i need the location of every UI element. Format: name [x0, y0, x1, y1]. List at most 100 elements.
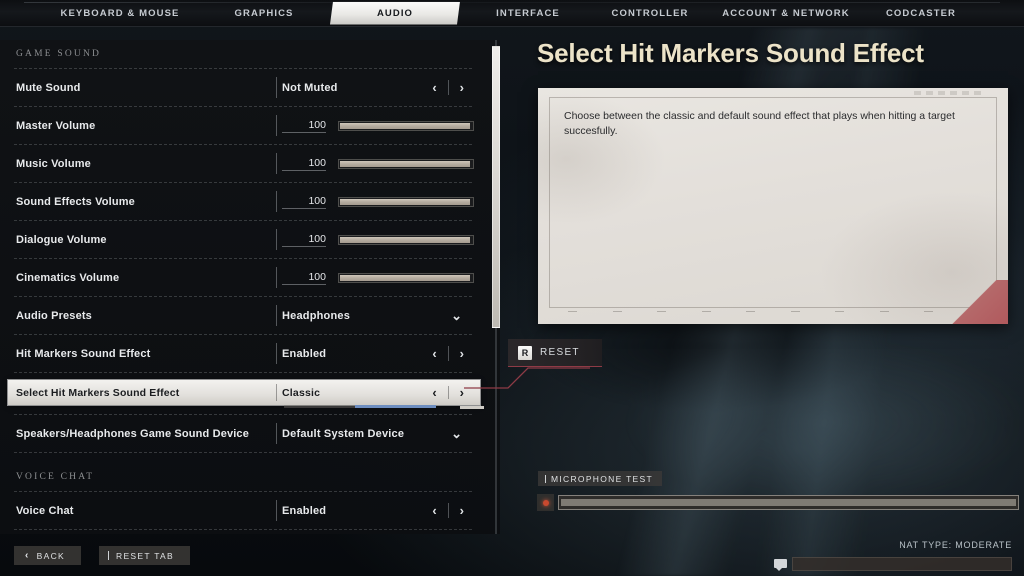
group-header-game-sound: GAME SOUND: [16, 49, 102, 59]
setting-control[interactable]: Classic ‹ ›: [276, 380, 478, 405]
tab-controller[interactable]: CONTROLLER: [590, 2, 710, 25]
setting-control[interactable]: Default System Device ⌄: [276, 415, 478, 452]
paper-corner-accent: [938, 280, 1008, 324]
reset-tab-button[interactable]: RESET TAB: [99, 546, 190, 565]
settings-scrollbar-thumb[interactable]: [492, 46, 500, 328]
back-button-label: BACK: [36, 550, 65, 561]
divider: [447, 503, 449, 518]
setting-control[interactable]: Enabled ‹ ›: [276, 335, 478, 372]
volume-value: 100: [282, 271, 326, 285]
stepper-arrows[interactable]: ‹ ›: [432, 335, 464, 372]
setting-control[interactable]: Enabled ‹ ›: [276, 492, 478, 529]
detail-paper-panel: Choose between the classic and default s…: [538, 88, 1008, 324]
volume-slider[interactable]: [338, 234, 474, 245]
detail-title: Select Hit Markers Sound Effect: [537, 38, 924, 68]
group-header-voice-chat: VOICE CHAT: [16, 472, 95, 482]
divider: [447, 386, 449, 399]
settings-list: GAME SOUND Mute Sound Not Muted ‹ › Mast…: [0, 40, 488, 534]
tab-account-and-network[interactable]: ACCOUNT & NETWORK: [710, 2, 862, 25]
chat-input-field[interactable]: [792, 556, 1012, 571]
setting-label: Mute Sound: [16, 81, 81, 94]
record-button[interactable]: [537, 494, 554, 511]
stepper-arrows[interactable]: ‹ ›: [432, 380, 464, 405]
detail-description: Choose between the classic and default s…: [564, 110, 955, 137]
setting-control[interactable]: 100: [276, 107, 478, 144]
back-button[interactable]: ‹ BACK: [14, 546, 81, 565]
tab-codcaster[interactable]: CODCASTER: [862, 2, 980, 25]
setting-control[interactable]: 100: [276, 183, 478, 220]
paper-texture-top: [914, 91, 986, 95]
setting-control[interactable]: 100: [276, 259, 478, 296]
microphone-test-meter-row[interactable]: [537, 494, 1019, 511]
tab-audio[interactable]: AUDIO: [330, 2, 460, 25]
game-settings-screen: KEYBOARD & MOUSE GRAPHICS AUDIO INTERFAC…: [0, 0, 1024, 576]
chevron-right-icon[interactable]: ›: [460, 347, 464, 360]
settings-tab-bar: KEYBOARD & MOUSE GRAPHICS AUDIO INTERFAC…: [0, 0, 1024, 27]
setting-row-speakers-headphones-game-sound-device[interactable]: Speakers/Headphones Game Sound Device De…: [0, 415, 488, 452]
chat-icon: [772, 557, 788, 571]
volume-slider[interactable]: [338, 120, 474, 131]
microphone-test-label: MICROPHONE TEST: [551, 473, 653, 484]
setting-row-voice-chat[interactable]: Voice Chat Enabled ‹ ›: [0, 492, 488, 529]
microphone-test-tag: MICROPHONE TEST: [538, 471, 662, 486]
chevron-left-icon: ‹: [25, 550, 30, 561]
setting-row-sound-effects-volume[interactable]: Sound Effects Volume 100: [0, 183, 488, 220]
selection-nub: [460, 406, 484, 409]
tab-graphics[interactable]: GRAPHICS: [204, 2, 324, 25]
volume-value: 100: [282, 157, 326, 171]
microphone-level-meter: [558, 495, 1019, 510]
setting-label: Cinematics Volume: [16, 271, 120, 284]
volume-slider[interactable]: [338, 158, 474, 169]
setting-label: Select Hit Markers Sound Effect: [16, 386, 180, 399]
tab-keyboard-and-mouse[interactable]: KEYBOARD & MOUSE: [36, 2, 204, 25]
setting-row-mute-sound[interactable]: Mute Sound Not Muted ‹ ›: [0, 69, 488, 106]
chevron-right-icon[interactable]: ›: [460, 386, 464, 399]
divider: [447, 346, 449, 361]
nat-type-status: NAT TYPE: MODERATE: [899, 540, 1012, 550]
setting-row-dialogue-volume[interactable]: Dialogue Volume 100: [0, 221, 488, 258]
setting-row-select-hit-markers-sound-effect[interactable]: Select Hit Markers Sound Effect Classic …: [8, 380, 484, 409]
paper-texture-ticks: [568, 311, 978, 315]
chevron-right-icon[interactable]: ›: [460, 81, 464, 94]
chevron-left-icon[interactable]: ‹: [432, 504, 436, 517]
setting-value: Default System Device: [282, 427, 405, 440]
chevron-left-icon[interactable]: ‹: [432, 386, 436, 399]
divider: [447, 80, 449, 95]
chevron-left-icon[interactable]: ‹: [432, 347, 436, 360]
volume-value: 100: [282, 233, 326, 247]
setting-control[interactable]: 100: [276, 221, 478, 258]
stepper-arrows[interactable]: ‹ ›: [432, 69, 464, 106]
key-r-icon: R: [518, 345, 532, 360]
volume-value: 100: [282, 119, 326, 133]
setting-row-hit-markers-sound-effect[interactable]: Hit Markers Sound Effect Enabled ‹ ›: [0, 335, 488, 372]
setting-control[interactable]: Headphones ⌄: [276, 297, 478, 334]
volume-value: 100: [282, 195, 326, 209]
chevron-left-icon[interactable]: ‹: [432, 81, 436, 94]
setting-row-music-volume[interactable]: Music Volume 100: [0, 145, 488, 182]
chevron-down-icon[interactable]: ⌄: [451, 308, 462, 324]
setting-label: Voice Chat: [16, 504, 74, 517]
volume-slider[interactable]: [338, 272, 474, 283]
setting-control[interactable]: 100: [276, 145, 478, 182]
setting-value: Enabled: [282, 347, 327, 360]
record-dot-icon: [542, 499, 549, 506]
setting-row-master-volume[interactable]: Master Volume 100: [0, 107, 488, 144]
tab-interface[interactable]: INTERFACE: [466, 2, 590, 25]
reset-tab-button-label: RESET TAB: [116, 550, 174, 561]
setting-value: Headphones: [282, 309, 351, 322]
divider: [14, 529, 472, 530]
chat-input-row[interactable]: [772, 556, 1012, 571]
reset-hint-button[interactable]: R RESET: [508, 339, 602, 367]
chevron-right-icon[interactable]: ›: [460, 504, 464, 517]
setting-row-audio-presets[interactable]: Audio Presets Headphones ⌄: [0, 297, 488, 334]
setting-label: Speakers/Headphones Game Sound Device: [16, 427, 249, 440]
selection-progress-indicator: [284, 405, 436, 408]
chevron-down-icon[interactable]: ⌄: [451, 426, 462, 442]
setting-label: Master Volume: [16, 119, 96, 132]
setting-control[interactable]: Not Muted ‹ ›: [276, 69, 478, 106]
volume-slider[interactable]: [338, 196, 474, 207]
stepper-arrows[interactable]: ‹ ›: [432, 492, 464, 529]
setting-row-cinematics-volume[interactable]: Cinematics Volume 100: [0, 259, 488, 296]
setting-value: Classic: [282, 386, 321, 399]
setting-label: Sound Effects Volume: [16, 195, 135, 208]
